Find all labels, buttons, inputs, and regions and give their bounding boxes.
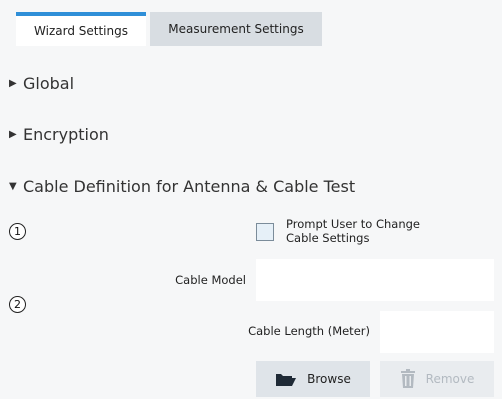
section-cable-definition-label: Cable Definition for Antenna & Cable Tes… <box>23 177 356 196</box>
section-encryption[interactable]: ▶ Encryption <box>9 125 109 144</box>
marker-two: 2 <box>9 296 26 313</box>
cable-model-label: Cable Model <box>175 273 246 287</box>
browse-button[interactable]: Browse <box>256 361 370 397</box>
section-cable-definition[interactable]: ▼ Cable Definition for Antenna & Cable T… <box>9 177 355 196</box>
tab-bar: Wizard Settings Measurement Settings <box>0 0 502 50</box>
browse-button-label: Browse <box>307 372 351 386</box>
collapse-down-icon: ▼ <box>9 181 17 192</box>
cable-length-label: Cable Length (Meter) <box>248 324 370 338</box>
remove-button-label: Remove <box>425 372 475 386</box>
tab-wizard-settings[interactable]: Wizard Settings <box>16 12 146 46</box>
section-encryption-label: Encryption <box>23 125 109 144</box>
folder-open-icon <box>276 374 297 386</box>
prompt-user-checkbox[interactable] <box>256 223 274 241</box>
cable-length-input[interactable] <box>380 311 494 353</box>
remove-button[interactable]: Remove <box>380 361 494 397</box>
expand-right-icon: ▶ <box>9 129 17 140</box>
trash-icon <box>400 369 415 388</box>
cable-model-input[interactable] <box>256 259 494 301</box>
section-global[interactable]: ▶ Global <box>9 74 74 93</box>
prompt-user-label-line1: Prompt User to Change <box>286 217 421 231</box>
section-global-label: Global <box>23 74 75 93</box>
prompt-user-checkbox-label: Prompt User to Change Cable Settings <box>286 217 456 245</box>
prompt-user-label-line2: Cable Settings <box>286 231 370 245</box>
tab-measurement-settings[interactable]: Measurement Settings <box>150 12 322 46</box>
expand-right-icon: ▶ <box>9 78 17 89</box>
marker-one: 1 <box>9 223 26 240</box>
